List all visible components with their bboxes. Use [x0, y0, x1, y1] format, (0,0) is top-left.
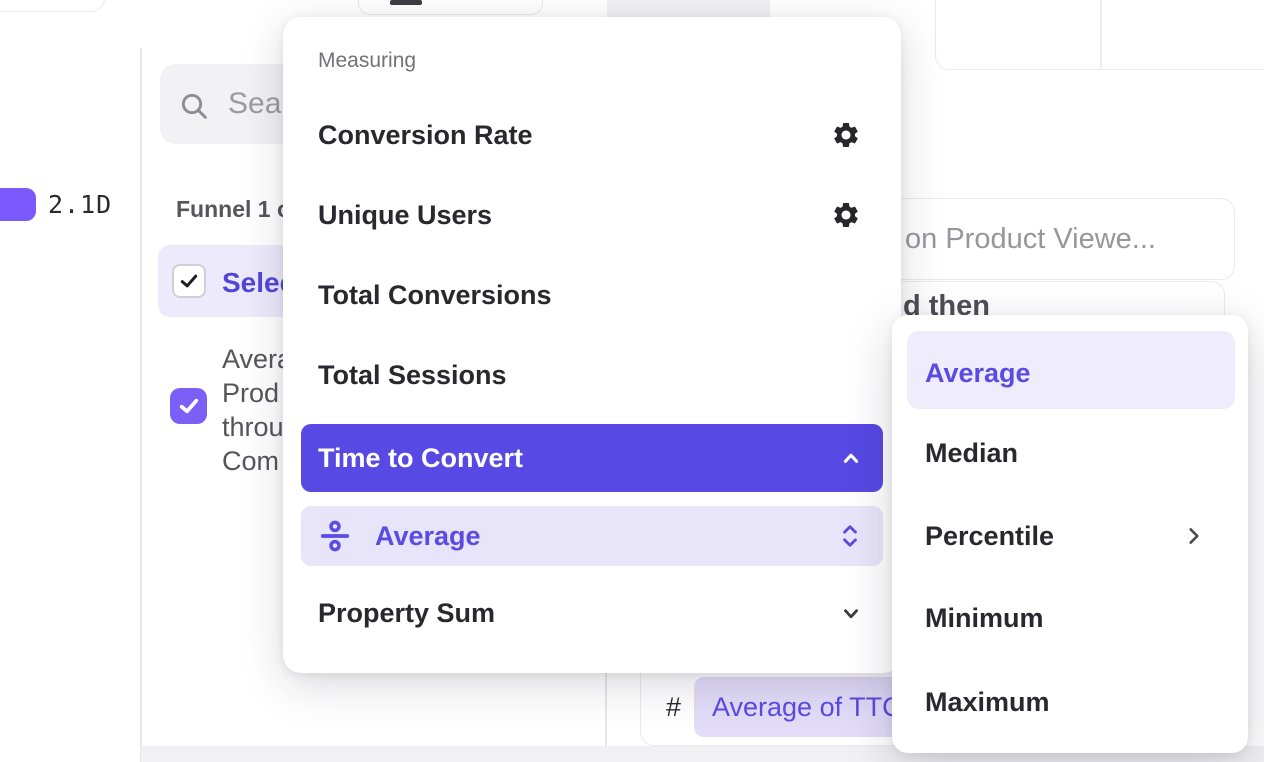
menu-item-total-conversions[interactable]: Total Conversions [283, 275, 901, 315]
checkmark-icon [177, 394, 201, 418]
metric-pill-label: Average of TTC [712, 692, 902, 723]
menu-item-total-sessions[interactable]: Total Sessions [283, 355, 901, 395]
selected-checkbox[interactable] [172, 264, 206, 298]
checkmark-icon [178, 270, 200, 292]
metric-line: Avera [222, 342, 292, 376]
top-right-card-divider [1100, 0, 1102, 68]
event-step-text: on Product Viewe... [905, 223, 1156, 256]
top-gray-fragment [607, 0, 770, 17]
metric-description: Avera Prod throu Com [222, 342, 292, 478]
chevron-up-icon [841, 449, 861, 467]
menu-item-conversion-rate[interactable]: Conversion Rate [283, 115, 901, 155]
chevron-down-icon [841, 605, 861, 623]
number-type-prefix: # [666, 692, 681, 723]
measuring-dropdown-menu: Measuring Conversion Rate Unique Users T… [283, 17, 901, 673]
series-color-swatch [0, 188, 36, 221]
agg-item-median[interactable]: Median [892, 433, 1248, 473]
divide-icon [319, 520, 351, 552]
app-canvas: on Product Viewe... d then # Average of … [0, 0, 1264, 762]
up-down-select-icon [841, 524, 859, 548]
metric-checkbox[interactable] [170, 388, 207, 424]
menu-item-property-sum[interactable]: Property Sum [283, 593, 901, 633]
agg-item-minimum[interactable]: Minimum [892, 598, 1248, 638]
top-toolbar-fragment [358, 0, 543, 15]
metric-line: Com [222, 444, 292, 478]
metric-line: throu [222, 410, 292, 444]
left-column-divider [140, 48, 142, 762]
gear-icon[interactable] [831, 120, 861, 150]
chevron-right-icon [1184, 525, 1204, 547]
agg-item-average[interactable]: Average [892, 353, 1248, 393]
menu-item-unique-users[interactable]: Unique Users [283, 195, 901, 235]
metric-pill-button[interactable]: Average of TTC [694, 677, 906, 737]
series-badge: 2.1D [48, 190, 112, 219]
metric-line: Prod [222, 376, 292, 410]
top-left-card-fragment [0, 0, 105, 12]
menu-section-header: Measuring [318, 49, 416, 73]
gear-icon[interactable] [831, 200, 861, 230]
search-icon [178, 90, 210, 122]
aggregation-submenu: Average Median Percentile Minimum Maximu… [892, 315, 1248, 753]
menu-suboption-average[interactable]: Average [301, 506, 883, 566]
menu-item-time-to-convert[interactable]: Time to Convert [301, 424, 883, 492]
funnel-counter-label: Funnel 1 of [176, 196, 299, 223]
agg-item-maximum[interactable]: Maximum [892, 682, 1248, 722]
toolbar-icon-fragment [390, 0, 422, 5]
agg-item-percentile[interactable]: Percentile [892, 516, 1248, 556]
